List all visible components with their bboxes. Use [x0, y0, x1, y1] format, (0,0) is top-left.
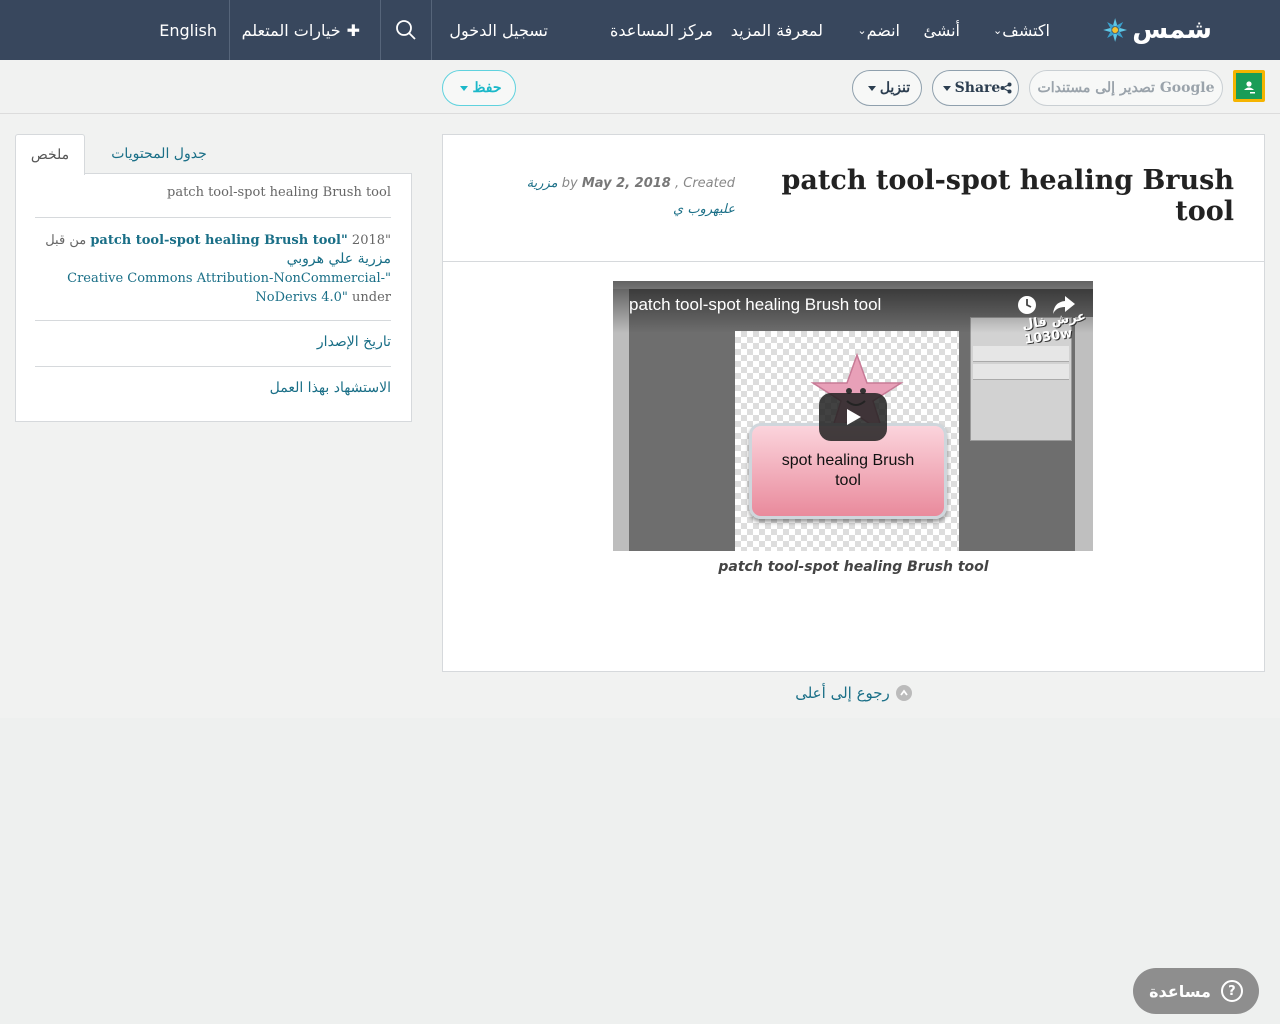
sun-logo-icon	[1103, 18, 1128, 42]
resource-header: patch tool-spot healing Brush tool by Ma…	[443, 135, 1264, 262]
help-button[interactable]: ? مساعدة	[1133, 968, 1259, 1014]
logo-text: شمس	[1132, 15, 1212, 45]
summary-title: patch tool-spot healing Brush tool	[167, 185, 391, 200]
tab-summary-label: ملخص	[30, 147, 70, 163]
tab-toc-label: جدول المحتويات	[111, 146, 207, 162]
meta-created: , Created	[675, 176, 735, 191]
nav-help-center-label: مركز المساعدة	[610, 20, 713, 40]
share-button[interactable]: Share	[932, 70, 1019, 106]
language-label: English	[159, 20, 217, 40]
citation: "2018 "patch tool-spot healing Brush too…	[35, 231, 391, 307]
video-frame-right-bar	[1075, 317, 1093, 551]
play-icon	[847, 409, 861, 425]
nav-help-center[interactable]: مركز المساعدة	[610, 0, 713, 60]
video-frame-button-text: spot healing Brush tool	[781, 452, 915, 489]
summary-panel: patch tool-spot healing Brush tool "2018…	[15, 173, 412, 422]
top-navbar: شمس اكتشف ⌄ أنشئ انضم ⌄ لمعرفة المزيد مر…	[0, 0, 1280, 60]
save-label: حفظ	[472, 80, 502, 96]
divider	[35, 217, 391, 218]
cite-this-work-link[interactable]: الاستشهاد بهذا العمل	[35, 380, 391, 396]
help-label: مساعدة	[1149, 981, 1211, 1001]
nav-explore[interactable]: اكتشف ⌄	[985, 0, 1050, 60]
caret-down-icon	[942, 85, 951, 91]
nav-login[interactable]: تسجيل الدخول	[449, 0, 548, 60]
video-title[interactable]: patch tool-spot healing Brush tool	[629, 295, 881, 315]
play-button[interactable]	[819, 393, 887, 441]
language-switch[interactable]: English	[159, 0, 217, 60]
citation-quote-open: "	[385, 233, 391, 248]
nav-join[interactable]: انضم ⌄	[849, 0, 900, 60]
tab-summary[interactable]: ملخص	[15, 134, 85, 175]
back-to-top-label: رجوع إلى أعلى	[795, 684, 890, 702]
nav-create[interactable]: أنشئ	[923, 0, 960, 60]
citation-quote-close: "	[341, 233, 348, 248]
question-icon: ?	[1220, 980, 1243, 1002]
nav-learner-options-label: خيارات المتعلم	[241, 20, 341, 40]
license-link[interactable]: "Creative Commons Attribution-NonCommerc…	[67, 271, 391, 305]
page-lower-background	[0, 718, 1280, 1024]
nav-create-label: أنشئ	[923, 20, 960, 40]
nav-login-label: تسجيل الدخول	[449, 20, 548, 40]
resource-card: patch tool-spot healing Brush tool by Ma…	[442, 134, 1265, 672]
page-title: patch tool-spot healing Brush tool	[781, 165, 1234, 227]
plus-icon: ✚	[346, 20, 360, 40]
tab-table-of-contents[interactable]: جدول المحتويات	[95, 134, 223, 174]
resource-meta: by May 2, 2018 , Created مزرية عليهروب ي	[483, 171, 735, 223]
share-icon	[1000, 82, 1012, 94]
save-button[interactable]: حفظ	[442, 70, 516, 106]
nav-learn-more[interactable]: لمعرفة المزيد	[731, 0, 823, 60]
citation-title-link[interactable]: "patch tool-spot healing Brush tool	[90, 233, 347, 248]
chevron-down-icon: ⌄	[857, 23, 867, 37]
share-label: Share	[954, 80, 1001, 96]
site-logo[interactable]: شمس	[1102, 6, 1212, 54]
download-label: تنزيل	[879, 80, 911, 96]
chevron-up-icon	[895, 685, 912, 701]
watch-later-icon[interactable]	[1017, 295, 1037, 315]
citation-title: patch tool-spot healing Brush tool	[90, 233, 341, 248]
back-to-top-link[interactable]: رجوع إلى أعلى	[442, 684, 1265, 702]
nav-join-label: انضم	[866, 20, 900, 40]
version-history-link[interactable]: تاريخ الإصدار	[35, 334, 391, 350]
citation-by: من قبل	[45, 233, 87, 248]
meta-by: by	[561, 176, 578, 191]
chevron-down-icon: ⌄	[993, 23, 1003, 37]
nav-learner-options[interactable]: ✚ خيارات المتعلم	[242, 0, 360, 60]
nav-learn-more-label: لمعرفة المزيد	[730, 20, 823, 40]
caret-down-icon	[460, 85, 469, 91]
divider	[35, 320, 391, 321]
export-google-docs-button[interactable]: تصدير إلى مستندات Google	[1029, 70, 1223, 106]
search-button[interactable]	[381, 0, 431, 60]
classroom-icon	[1244, 81, 1255, 94]
citation-author-link[interactable]: مزرية علي هروبي	[287, 251, 391, 267]
video-caption: patch tool-spot healing Brush tool	[718, 559, 989, 575]
nav-explore-label: اكتشف	[1002, 20, 1050, 40]
video-player[interactable]: spot healing Brush tool patch tool-spot …	[613, 281, 1093, 551]
citation-under: under	[352, 290, 391, 305]
nav-divider	[380, 0, 381, 60]
nav-divider	[229, 0, 230, 60]
divider	[35, 366, 391, 367]
meta-date: May 2, 2018	[581, 176, 671, 191]
citation-year: 2018	[351, 233, 386, 248]
caret-down-icon	[867, 85, 876, 91]
sidebar-tabs: ملخص جدول المحتويات	[15, 134, 412, 175]
google-classroom-button[interactable]	[1233, 70, 1265, 102]
nav-divider	[431, 0, 432, 60]
search-icon	[396, 20, 416, 40]
download-button[interactable]: تنزيل	[852, 70, 922, 106]
export-google-docs-label: تصدير إلى مستندات Google	[1037, 80, 1215, 96]
